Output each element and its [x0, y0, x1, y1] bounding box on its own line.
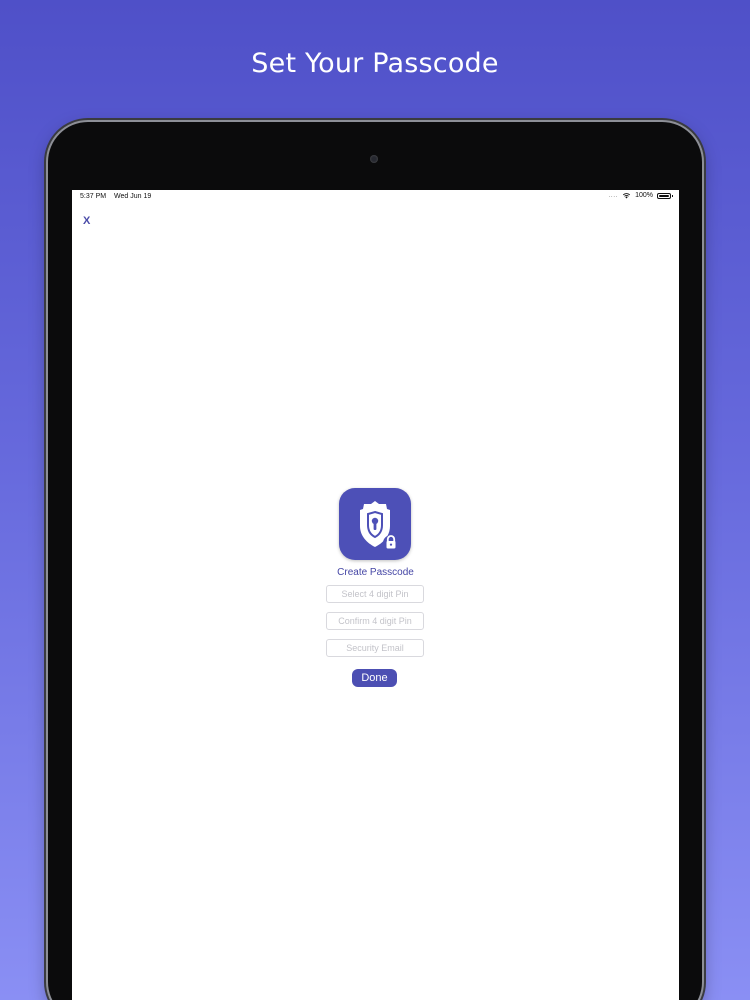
front-camera [370, 155, 378, 163]
close-button[interactable]: X [83, 215, 90, 227]
status-indicators: .... 100% [608, 192, 673, 199]
done-button[interactable]: Done [352, 669, 397, 687]
battery-icon [657, 192, 673, 199]
status-date: Wed Jun 19 [114, 193, 152, 200]
tablet-device-frame: 5:37 PM Wed Jun 19 .... 100% X Create Pa… [48, 122, 702, 1000]
shield-lock-icon [339, 488, 411, 560]
app-screen: 5:37 PM Wed Jun 19 .... 100% X Create Pa… [72, 190, 679, 1000]
wifi-icon [622, 193, 631, 199]
status-bar: 5:37 PM Wed Jun 19 .... 100% [72, 190, 679, 204]
confirm-pin-input[interactable] [326, 612, 424, 630]
pin-input[interactable] [326, 585, 424, 603]
promo-title: Set Your Passcode [251, 48, 499, 79]
security-email-input[interactable] [326, 639, 424, 657]
battery-percent: 100% [635, 192, 653, 199]
status-time: 5:37 PM [80, 193, 107, 200]
signal-dots: .... [608, 192, 619, 199]
create-passcode-heading: Create Passcode [337, 567, 414, 578]
